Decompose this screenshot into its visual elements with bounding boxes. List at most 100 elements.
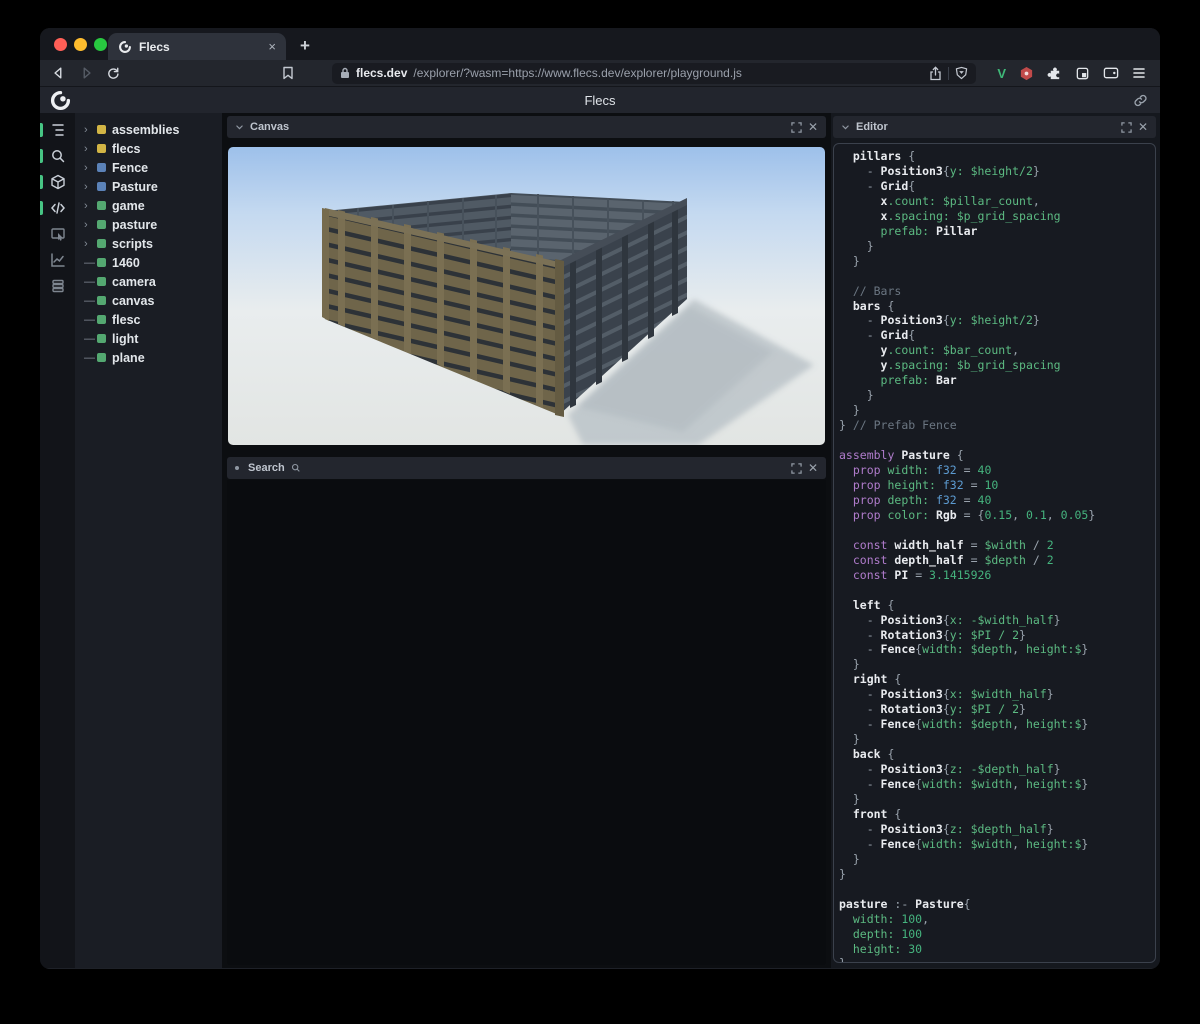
leaf-dash-icon: — [84, 257, 97, 269]
expand-icon[interactable] [791, 463, 802, 474]
brave-shield-icon[interactable] [955, 66, 968, 80]
inspector-panel-button inspector-icon[interactable] [40, 221, 75, 247]
browser-tab[interactable]: Flecs × [108, 33, 286, 60]
reload-icon[interactable] [104, 66, 122, 80]
tree-item[interactable]: —canvas [75, 291, 222, 310]
search-panel-title: Search [248, 462, 285, 474]
wallet-icon[interactable] [1103, 66, 1119, 80]
data-panel-button stack-icon[interactable] [40, 273, 75, 299]
leaf-dash-icon: — [84, 333, 97, 345]
leaf-dash-icon: — [84, 314, 97, 326]
leaf-dash-icon: — [84, 352, 97, 364]
editor-column: Editor ✕ pillars { - Position3{y: $heigh… [831, 113, 1160, 968]
expand-arrow-icon[interactable]: › [84, 200, 97, 212]
entity-type-swatch [97, 220, 106, 229]
canvas-panel-title: Canvas [250, 121, 289, 133]
tree-item[interactable]: › pasture [75, 215, 222, 234]
entity-type-swatch [97, 277, 106, 286]
expand-arrow-icon[interactable]: › [84, 162, 97, 174]
canvas-panel-button cube-icon[interactable] [40, 169, 75, 195]
reader-mode-icon[interactable] [1075, 66, 1090, 81]
code-editor[interactable]: pillars { - Position3{y: $height/2} - Gr… [833, 143, 1156, 963]
tab-close-icon[interactable]: × [268, 40, 276, 53]
tree-item-label: pasture [112, 218, 157, 232]
close-panel-icon[interactable]: ✕ [808, 461, 818, 475]
chevron-down-icon[interactable] [841, 123, 850, 132]
tree-item[interactable]: —flesc [75, 310, 222, 329]
close-panel-icon[interactable]: ✕ [1138, 120, 1148, 134]
close-panel-icon[interactable]: ✕ [808, 120, 818, 134]
adguard-icon[interactable] [1019, 66, 1034, 81]
tree-item-label: light [112, 332, 138, 346]
divider [948, 67, 949, 80]
lock-icon [340, 67, 350, 79]
leaf-dash-icon: — [84, 295, 97, 307]
tab-strip: Flecs × + [40, 28, 1160, 60]
expand-arrow-icon[interactable]: › [84, 238, 97, 250]
tree-item-label: camera [112, 275, 156, 289]
vue-devtools-icon[interactable]: V [997, 66, 1006, 81]
tree-panel-button tree-icon[interactable] [40, 117, 75, 143]
chevron-down-icon[interactable] [235, 123, 244, 132]
search-panel-body[interactable] [227, 480, 826, 965]
zoom-window-button[interactable] [94, 38, 107, 51]
expand-icon[interactable] [1121, 122, 1132, 133]
entity-type-swatch [97, 125, 106, 134]
tree-item[interactable]: › Fence [75, 158, 222, 177]
tree-item[interactable]: — light [75, 329, 222, 348]
menu-icon[interactable] [1132, 67, 1146, 79]
browser-window: Flecs × + flecs.dev /explorer/?wasm=http… [40, 28, 1160, 969]
editor-panel-button code-icon[interactable] [40, 195, 75, 221]
browser-toolbar: flecs.dev /explorer/?wasm=https://www.fl… [40, 60, 1160, 86]
url-domain: flecs.dev [356, 66, 407, 80]
expand-arrow-icon[interactable]: › [84, 143, 97, 155]
canvas-panel-header: Canvas ✕ [227, 116, 826, 138]
tree-item[interactable]: —camera [75, 272, 222, 291]
tree-item[interactable]: › assemblies [75, 120, 222, 139]
canvas-3d-scene[interactable] [228, 147, 825, 445]
expand-icon[interactable] [791, 122, 802, 133]
tree-item[interactable]: › game [75, 196, 222, 215]
entity-type-swatch [97, 144, 106, 153]
entity-type-swatch [97, 334, 106, 343]
tree-item-label: assemblies [112, 123, 179, 137]
bookmark-icon[interactable] [279, 66, 297, 80]
stats-panel-button chart-icon[interactable] [40, 247, 75, 273]
collapsed-dot-icon[interactable] [235, 466, 239, 470]
expand-arrow-icon[interactable]: › [84, 181, 97, 193]
entity-type-swatch [97, 258, 106, 267]
search-glyph-icon [291, 463, 301, 473]
tree-item-label: Fence [112, 161, 148, 175]
page-title: Flecs [584, 93, 615, 108]
tree-item[interactable]: ›flecs [75, 139, 222, 158]
editor-panel-header: Editor ✕ [833, 116, 1156, 138]
entity-type-swatch [97, 163, 106, 172]
address-bar[interactable]: flecs.dev /explorer/?wasm=https://www.fl… [332, 63, 976, 84]
share-icon[interactable] [929, 66, 942, 81]
extensions-puzzle-icon[interactable] [1047, 66, 1062, 81]
tree-item[interactable]: —1460 [75, 253, 222, 272]
app-header: Flecs [40, 86, 1160, 113]
entity-type-swatch [97, 296, 106, 305]
tree-item[interactable]: —plane [75, 348, 222, 367]
editor-panel-title: Editor [856, 121, 888, 133]
center-column: Canvas ✕ [222, 113, 831, 968]
minimize-window-button[interactable] [74, 38, 87, 51]
flecs-logo [50, 90, 71, 111]
link-icon[interactable] [1133, 93, 1148, 108]
forward-icon[interactable] [77, 66, 95, 80]
back-icon[interactable] [50, 66, 68, 80]
tree-item-label: game [112, 199, 145, 213]
expand-arrow-icon[interactable]: › [84, 219, 97, 231]
traffic-lights [54, 38, 107, 51]
entity-type-swatch [97, 182, 106, 191]
search-panel-button search-icon[interactable] [40, 143, 75, 169]
new-tab-button[interactable]: + [300, 36, 310, 56]
entity-type-swatch [97, 315, 106, 324]
close-window-button[interactable] [54, 38, 67, 51]
expand-arrow-icon[interactable]: › [84, 124, 97, 136]
tree-item[interactable]: ›Pasture [75, 177, 222, 196]
app-content: ›assemblies›flecs›Fence›Pasture›game›pas… [40, 113, 1160, 968]
code-text[interactable]: pillars { - Position3{y: $height/2} - Gr… [839, 149, 1153, 963]
tree-item[interactable]: ›scripts [75, 234, 222, 253]
